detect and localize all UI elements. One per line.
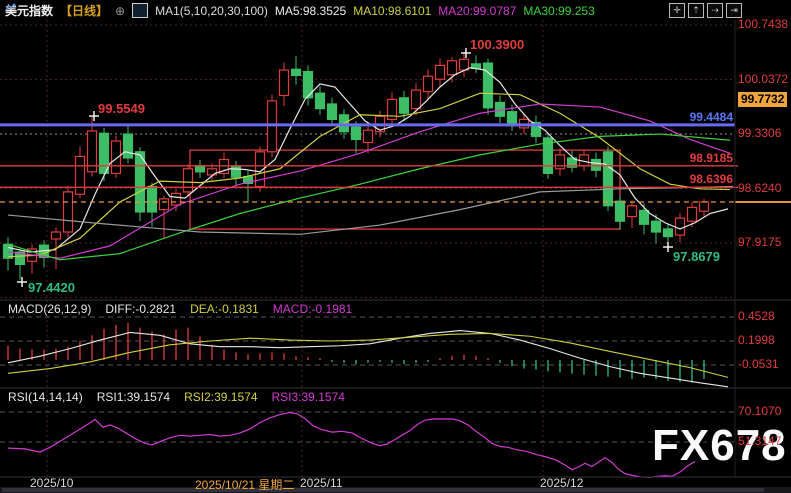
macd-diff-value: DIFF:-0.2821: [105, 302, 177, 316]
expand-icon[interactable]: ⊕: [115, 4, 125, 18]
horizontal-scrollbar[interactable]: [0, 487, 791, 493]
ma10-value: MA10:98.6101: [353, 3, 432, 18]
toolbar: ✛ ⇡ ⇢ ⇥: [669, 3, 742, 18]
ma-settings-label: MA1(5,10,20,30,100): [155, 3, 268, 18]
scrollbar-handle[interactable]: [2, 488, 764, 492]
ma30-value: MA30:99.253: [523, 3, 595, 18]
ma20-line: [7, 103, 731, 259]
rsi1-value: RSI1:39.1574: [96, 390, 171, 404]
macd-histogram: [7, 322, 705, 383]
rsi-line: [7, 411, 696, 478]
fx678-watermark: FX678: [652, 421, 787, 470]
rsi3-value: RSI3:39.1574: [271, 390, 345, 404]
scale-axis-icon[interactable]: ⇡: [688, 3, 704, 18]
macd-macd-value: MACD:-0.1981: [272, 302, 353, 316]
rsi-label-row: RSI(14,14,14) RSI1:39.1574 RSI2:39.1574 …: [8, 390, 345, 404]
header: 美元指数 【日线】 ⊕ MA1(5,10,20,30,100) MA5:98.35…: [5, 2, 595, 19]
pan-icon[interactable]: ✛: [669, 3, 685, 18]
chart-type-icon[interactable]: [5, 3, 149, 18]
macd-dea-value: DEA:-0.1831: [190, 302, 259, 316]
ma5-value: MA5:98.3525: [274, 3, 347, 18]
rsi-settings-label: RSI(14,14,14): [8, 390, 83, 404]
auto-scroll-icon[interactable]: ⇢: [707, 3, 723, 18]
chart-canvas[interactable]: [0, 0, 791, 493]
rsi2-value: RSI2:39.1574: [184, 390, 258, 404]
macd-label-row: MACD(26,12,9) DIFF:-0.2821 DEA:-0.1831 M…: [8, 302, 352, 316]
go-to-latest-icon[interactable]: ⇥: [726, 3, 742, 18]
macd-settings-label: MACD(26,12,9): [8, 302, 92, 316]
period-tag: 【日线】: [60, 4, 109, 18]
trading-chart-window: { "header": { "symbol": "美元指数", "period_…: [0, 0, 791, 493]
ma20-value: MA20:99.0787: [438, 3, 517, 18]
